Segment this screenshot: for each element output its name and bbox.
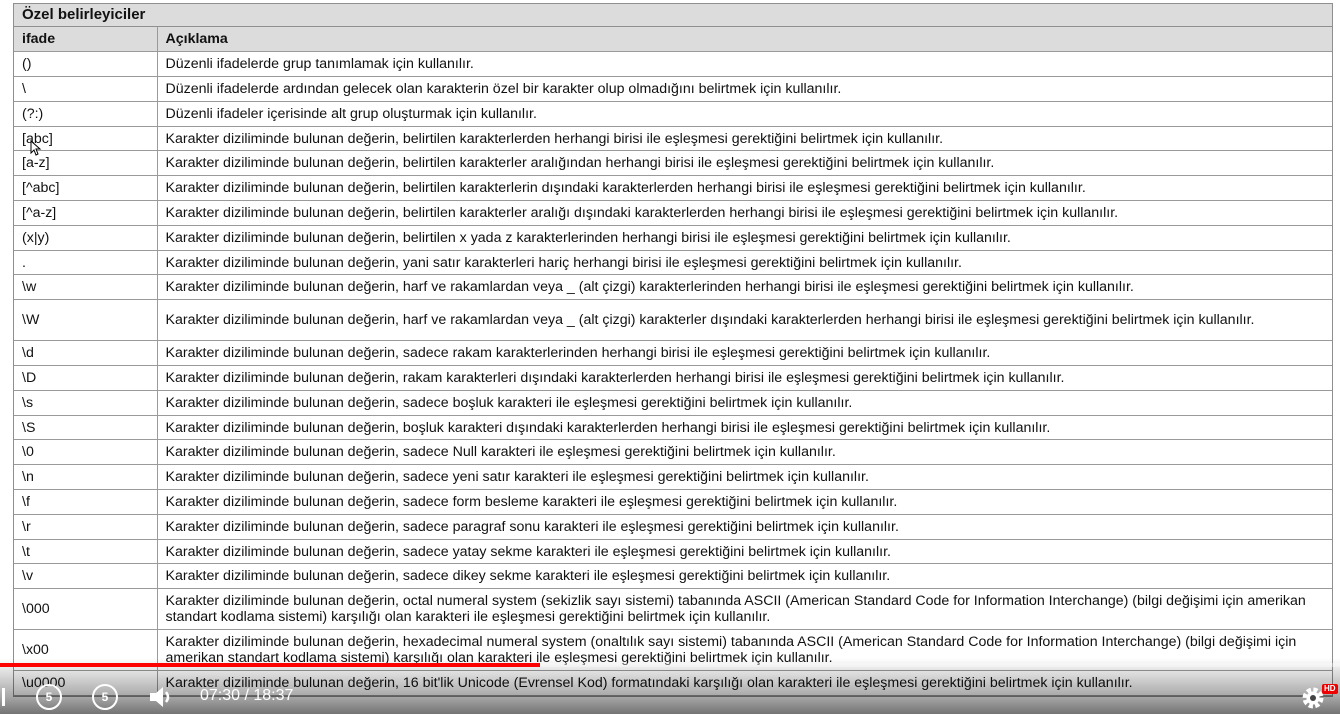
description-cell: Karakter diziliminde bulunan değerin, sa… [156,538,1332,565]
volume-icon [150,687,170,707]
description-cell: Karakter diziliminde bulunan değerin, sa… [156,389,1332,416]
expression-cell: \s [14,389,158,416]
table-row: \0 Karakter diziliminde bulunan değerin, … [14,439,1332,466]
expression-cell: \n [14,464,158,491]
description-cell: Karakter diziliminde bulunan değerin, be… [156,125,1332,152]
description-cell: Karakter diziliminde bulunan değerin, ha… [156,274,1332,301]
regex-reference-table: Özel belirleyiciler ifade Açıklama () Düz… [13,3,1333,698]
description-cell: Düzenli ifadeler içerisinde alt grup olu… [156,100,1332,127]
table-row: (?:) Düzenli ifadeler içerisinde alt grup… [14,100,1332,127]
table-row: \D Karakter diziliminde bulunan değerin, … [14,365,1332,391]
table-row: [abc] Karakter diziliminde bulunan değeri… [14,125,1332,152]
table-row: [^abc] Karakter diziliminde bulunan değer… [14,175,1332,202]
expression-cell: \v [14,563,158,590]
table-row: \S Karakter diziliminde bulunan değerin, … [14,414,1332,441]
expression-cell: (x|y) [14,224,158,251]
description-cell: Karakter diziliminde bulunan değerin, be… [156,175,1332,202]
expression-cell: \t [14,538,158,565]
table-row: \n Karakter diziliminde bulunan değerin, … [14,464,1332,491]
description-cell: Karakter diziliminde bulunan değerin, sa… [156,513,1332,540]
expression-cell: . [14,249,158,276]
description-cell: Karakter diziliminde bulunan değerin, ya… [156,249,1332,276]
description-cell: Karakter diziliminde bulunan değerin, sa… [156,489,1332,515]
table-row: [^a-z] Karakter diziliminde bulunan değer… [14,200,1332,226]
expression-cell: \D [14,365,158,391]
table-body: () Düzenli ifadelerde grup tanımlamak içi… [14,51,1332,697]
table-row: \s Karakter diziliminde bulunan değerin, … [14,389,1332,416]
description-cell: Karakter diziliminde bulunan değerin, bo… [156,414,1332,441]
description-cell: Düzenli ifadelerde ardından gelecek olan… [156,76,1332,102]
expression-cell: \f [14,489,158,515]
description-cell: Karakter diziliminde bulunan değerin, be… [156,200,1332,226]
hd-badge: HD [1322,684,1338,694]
description-cell: Karakter diziliminde bulunan değerin, sa… [156,439,1332,466]
expression-cell: \W [14,299,158,342]
table-row: (x|y) Karakter diziliminde bulunan değeri… [14,224,1332,251]
expression-cell: () [14,51,158,78]
expression-cell: (?:) [14,100,158,127]
table-row: \ Düzenli ifadelerde ardından gelecek ola… [14,76,1332,102]
expression-cell: \d [14,340,158,367]
volume-button[interactable] [146,684,176,710]
expression-cell: \0 [14,439,158,466]
description-cell: Karakter diziliminde bulunan değerin, ra… [156,365,1332,391]
expression-cell: \w [14,274,158,301]
description-cell: Karakter diziliminde bulunan değerin, ha… [156,299,1332,342]
table-row: \w Karakter diziliminde bulunan değerin, … [14,274,1332,301]
expression-cell: \S [14,414,158,441]
specifiers-table: ifade Açıklama () Düzenli ifadelerde grup… [14,27,1332,697]
forward-5-icon: 5 [101,690,109,704]
description-cell: Karakter diziliminde bulunan değerin, sa… [156,464,1332,491]
progress-bar[interactable] [0,663,1340,667]
description-cell: Karakter diziliminde bulunan değerin, be… [156,150,1332,177]
table-row: \v Karakter diziliminde bulunan değerin, … [14,563,1332,590]
description-cell: Düzenli ifadelerde grup tanımlamak için … [156,51,1332,78]
table-row: [a-z] Karakter diziliminde bulunan değeri… [14,150,1332,177]
forward-5-button[interactable]: 5 [92,684,118,710]
player-controls: 5 5 07:30 / 18:37 [0,680,1340,714]
mouse-cursor-icon [30,140,42,156]
expression-cell: \ [14,76,158,102]
column-header-expression: ifade [14,27,158,53]
table-row: \f Karakter diziliminde bulunan değerin, … [14,489,1332,515]
description-cell: Karakter diziliminde bulunan değerin, sa… [156,563,1332,590]
description-cell: Karakter diziliminde bulunan değerin, be… [156,224,1332,251]
column-header-description: Açıklama [156,27,1332,53]
description-cell: Karakter diziliminde bulunan değerin, oc… [156,588,1332,631]
play-pause-button[interactable] [0,684,6,710]
rewind-5-icon: 5 [45,690,53,704]
table-row: () Düzenli ifadelerde grup tanımlamak içi… [14,51,1332,78]
table-row: \d Karakter diziliminde bulunan değerin, … [14,340,1332,367]
expression-cell: [^abc] [14,175,158,202]
rewind-5-button[interactable]: 5 [36,684,62,710]
expression-cell: \r [14,513,158,540]
table-row: \r Karakter diziliminde bulunan değerin, … [14,513,1332,540]
table-row: \W Karakter diziliminde bulunan değerin, … [14,299,1332,342]
expression-cell: \000 [14,588,158,631]
table-title: Özel belirleyiciler [14,4,1332,27]
time-display: 07:30 / 18:37 [200,687,294,704]
table-row: . Karakter diziliminde bulunan değerin, y… [14,249,1332,276]
progress-bar-played [0,663,541,667]
table-row: \t Karakter diziliminde bulunan değerin, … [14,538,1332,565]
description-cell: Karakter diziliminde bulunan değerin, sa… [156,340,1332,367]
table-row: \000 Karakter diziliminde bulunan değerin… [14,588,1332,631]
pause-icon [1,688,5,706]
expression-cell: [^a-z] [14,200,158,226]
